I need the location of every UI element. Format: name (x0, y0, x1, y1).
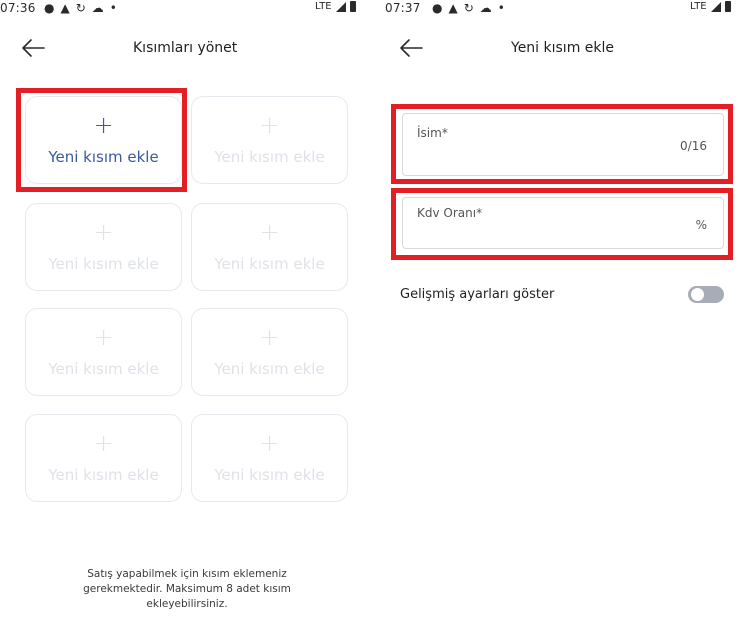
network-type: LTE (315, 1, 332, 12)
warning-icon: ▲ (60, 1, 70, 15)
highlight-box (391, 188, 733, 260)
app-notification-icon: ● (44, 1, 55, 15)
signal-icon (710, 1, 721, 12)
battery-icon (724, 1, 731, 12)
warning-icon: ▲ (448, 1, 458, 15)
dot-icon: • (109, 1, 117, 15)
add-section-tile-3[interactable]: + Yeni kısım ekle (25, 203, 182, 291)
tile-label: Yeni kısım ekle (48, 466, 159, 484)
info-text: Satış yapabilmek için kısım eklemeniz ge… (62, 567, 312, 612)
advanced-settings-toggle[interactable] (688, 286, 724, 303)
tile-label: Yeni kısım ekle (214, 148, 325, 166)
highlight-box (391, 104, 733, 184)
highlight-box (16, 88, 187, 192)
plus-icon: + (259, 218, 280, 246)
signal-icon (335, 1, 346, 12)
tile-label: Yeni kısım ekle (48, 360, 159, 378)
sync-icon: ↻ (75, 1, 86, 15)
page-title: Yeni kısım ekle (511, 40, 615, 56)
add-section-tile-4[interactable]: + Yeni kısım ekle (191, 203, 348, 291)
notification-icons: ● ▲ ↻ ☁ • (432, 0, 505, 16)
tile-label: Yeni kısım ekle (214, 360, 325, 378)
add-section-tile-6[interactable]: + Yeni kısım ekle (191, 308, 348, 396)
advanced-settings-label: Gelişmiş ayarları göster (400, 287, 555, 302)
app-notification-icon: ● (432, 1, 443, 15)
plus-icon: + (93, 323, 114, 351)
plus-icon: + (93, 429, 114, 457)
info-line: Satış yapabilmek için kısım eklemeniz (87, 568, 287, 580)
tile-label: Yeni kısım ekle (214, 466, 325, 484)
battery-icon (349, 1, 356, 12)
cloud-icon: ☁ (479, 1, 492, 15)
back-arrow-icon[interactable] (20, 37, 46, 59)
toggle-knob (691, 288, 704, 301)
plus-icon: + (259, 323, 280, 351)
page-title: Kısımları yönet (133, 40, 238, 56)
notification-icons: ● ▲ ↻ ☁ • (44, 0, 117, 16)
status-time: 07:36 (0, 1, 36, 15)
status-right: LTE (690, 1, 731, 12)
network-type: LTE (690, 1, 707, 12)
tile-label: Yeni kısım ekle (214, 255, 325, 273)
tile-label: Yeni kısım ekle (48, 255, 159, 273)
add-section-tile-5[interactable]: + Yeni kısım ekle (25, 308, 182, 396)
status-time: 07:37 (385, 1, 421, 15)
status-bar: 07:36 ● ▲ ↻ ☁ • LTE (0, 0, 370, 20)
add-section-screen: 07:37 ● ▲ ↻ ☁ • LTE Yeni kısım ekle İsim… (372, 0, 739, 625)
add-section-tile-7[interactable]: + Yeni kısım ekle (25, 414, 182, 502)
back-arrow-icon[interactable] (398, 37, 424, 59)
info-line: gerekmektedir. Maksimum 8 adet kısım (83, 583, 291, 595)
add-section-tile-8[interactable]: + Yeni kısım ekle (191, 414, 348, 502)
manage-sections-screen: 07:36 ● ▲ ↻ ☁ • LTE Kısımları yönet + Ye… (0, 0, 370, 625)
add-section-tile-2[interactable]: + Yeni kısım ekle (191, 96, 348, 184)
dot-icon: • (497, 1, 505, 15)
info-line: ekleyebilirsiniz. (146, 598, 228, 610)
plus-icon: + (259, 429, 280, 457)
status-right: LTE (315, 1, 356, 12)
sync-icon: ↻ (463, 1, 474, 15)
plus-icon: + (93, 218, 114, 246)
cloud-icon: ☁ (91, 1, 104, 15)
status-bar: 07:37 ● ▲ ↻ ☁ • LTE (372, 0, 739, 20)
plus-icon: + (259, 111, 280, 139)
